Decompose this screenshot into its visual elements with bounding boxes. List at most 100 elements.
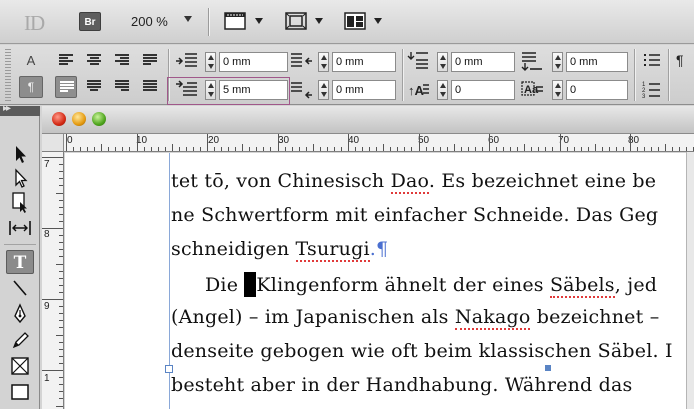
vertical-ruler[interactable]: 7 8 9 1 — [42, 152, 64, 409]
ruler-tick — [369, 147, 371, 151]
text-run: .¶ — [369, 238, 389, 260]
drop-cap-characters-stepper[interactable] — [552, 80, 563, 100]
right-indent-field[interactable]: 0 mm — [332, 52, 396, 72]
text-line[interactable]: ne Schwertform mit einfacher Schneide. D… — [171, 204, 658, 226]
justify-right-button[interactable] — [111, 76, 133, 98]
view-options-icon[interactable] — [224, 12, 246, 30]
ruler-tick — [59, 178, 63, 180]
ruler-tick — [59, 348, 63, 350]
left-indent-field[interactable]: 0 mm — [219, 52, 288, 72]
align-right-button[interactable] — [111, 50, 133, 72]
screen-mode-icon[interactable] — [285, 12, 307, 30]
document-titlebar[interactable] — [42, 106, 694, 134]
zoom-level[interactable]: 200 % — [131, 14, 168, 29]
ruler-tick — [263, 147, 265, 151]
panel-grip[interactable] — [5, 49, 11, 101]
ruler-tick — [73, 147, 75, 151]
zoom-dropdown-icon[interactable] — [184, 16, 192, 22]
align-center-button[interactable] — [83, 50, 105, 72]
minimize-window-button[interactable] — [72, 112, 86, 126]
collapse-icon[interactable]: ▸▸ — [3, 103, 11, 114]
right-indent-stepper[interactable] — [318, 52, 329, 72]
drop-cap-characters-icon: Aa — [521, 81, 543, 96]
text-line[interactable]: (Angel) – im Japanischen als Nakago beze… — [171, 306, 660, 330]
rectangle-frame-tool-icon[interactable] — [6, 354, 34, 378]
line-tool-icon[interactable] — [6, 276, 34, 300]
type-tool-icon[interactable]: T — [6, 250, 34, 274]
bullets-list-icon[interactable] — [642, 51, 662, 71]
ruler-origin[interactable] — [42, 134, 64, 152]
ruler-tick — [517, 147, 519, 151]
last-line-right-indent-stepper[interactable] — [318, 80, 329, 100]
ruler-tick — [383, 144, 385, 151]
text-frame-handle[interactable] — [165, 365, 173, 373]
pencil-tool-icon[interactable] — [6, 328, 34, 352]
text-line[interactable]: Die Klingenform ähnelt der eines Säbels,… — [205, 272, 657, 298]
ruler-tick — [59, 235, 63, 237]
ruler-tick — [59, 341, 63, 343]
selection-tool-icon[interactable] — [6, 142, 34, 166]
space-before-field[interactable]: 0 mm — [451, 52, 515, 72]
document-page[interactable]: tet tō, von Chinesisch Dao. Es bezeichne… — [65, 153, 694, 409]
space-before-stepper[interactable] — [437, 52, 448, 72]
zoom-window-button[interactable] — [92, 112, 106, 126]
ruler-tick — [249, 147, 251, 151]
ruler-tick — [425, 147, 427, 151]
screen-mode-dropdown-icon[interactable] — [315, 18, 323, 24]
align-left-button[interactable] — [55, 50, 77, 72]
text-line[interactable]: tet tō, von Chinesisch Dao. Es bezeichne… — [171, 170, 656, 194]
ruler-tick — [432, 147, 434, 151]
justify-center-button[interactable] — [83, 76, 105, 98]
ruler-tick — [150, 147, 152, 151]
close-window-button[interactable] — [52, 112, 66, 126]
spelling-error[interactable]: Dao — [390, 170, 429, 194]
gap-tool-icon[interactable] — [6, 216, 34, 240]
last-line-right-indent-field[interactable]: 0 mm — [332, 80, 396, 100]
page-tool-icon[interactable] — [6, 190, 34, 214]
paragraph-formatting-mode-button[interactable]: ¶ — [19, 76, 43, 98]
drop-cap-lines-stepper[interactable] — [437, 80, 448, 100]
space-after-icon — [521, 52, 542, 71]
bridge-button[interactable]: Br — [79, 12, 101, 31]
space-after-field[interactable]: 0 mm — [566, 52, 628, 72]
text-line[interactable]: besteht aber in der Handhabung. Während … — [171, 374, 632, 396]
ruler-label: 50 — [418, 135, 430, 146]
justify-all-button[interactable] — [139, 76, 161, 98]
ruler-tick — [59, 327, 63, 329]
ruler-tick — [59, 384, 63, 386]
spelling-error[interactable]: Tsurugi — [295, 238, 370, 262]
ruler-tick — [59, 270, 63, 272]
svg-text:↑A: ↑A — [408, 83, 425, 98]
align-towards-spine-button[interactable] — [139, 50, 161, 72]
arrange-documents-icon[interactable] — [344, 12, 366, 30]
ruler-tick — [390, 147, 392, 151]
numbered-list-icon[interactable]: 1 2 3 — [642, 79, 662, 99]
right-indent-icon — [291, 53, 312, 67]
view-options-dropdown-icon[interactable] — [255, 18, 263, 24]
drop-cap-characters-field[interactable]: 0 — [566, 80, 628, 100]
ruler-tick — [59, 213, 63, 215]
ruler-tick — [59, 164, 63, 166]
text-run: bezeichnet – — [530, 306, 660, 328]
space-after-stepper[interactable] — [552, 52, 563, 72]
drop-cap-lines-field[interactable]: 0 — [451, 80, 515, 100]
left-indent-stepper[interactable] — [205, 52, 216, 72]
horizontal-ruler[interactable]: 0 10 20 30 40 50 60 70 80 — [64, 134, 694, 152]
direct-selection-tool-icon[interactable] — [6, 166, 34, 190]
spelling-error[interactable]: Säbels — [549, 274, 615, 298]
application-bar: ID Br 200 % — [0, 0, 694, 44]
text-line[interactable]: schneidigen Tsurugi.¶ — [171, 238, 389, 262]
text-frame-handle[interactable] — [545, 365, 551, 371]
paragraph-panel-icon[interactable]: ¶ — [676, 52, 684, 68]
pen-tool-icon[interactable] — [6, 302, 34, 326]
justify-left-button[interactable] — [55, 76, 77, 98]
separator — [208, 8, 209, 36]
vertical-scrollbar[interactable] — [686, 152, 694, 409]
spelling-error[interactable]: Nakago — [454, 306, 531, 330]
rectangle-tool-icon[interactable] — [6, 380, 34, 404]
arrange-documents-dropdown-icon[interactable] — [374, 18, 382, 24]
character-formatting-mode-button[interactable]: A — [19, 50, 43, 72]
text-line[interactable]: denseite gebogen wie oft beim klassische… — [171, 340, 673, 362]
tools-panel-header[interactable]: ▸▸ — [0, 103, 40, 116]
separator — [668, 49, 669, 101]
